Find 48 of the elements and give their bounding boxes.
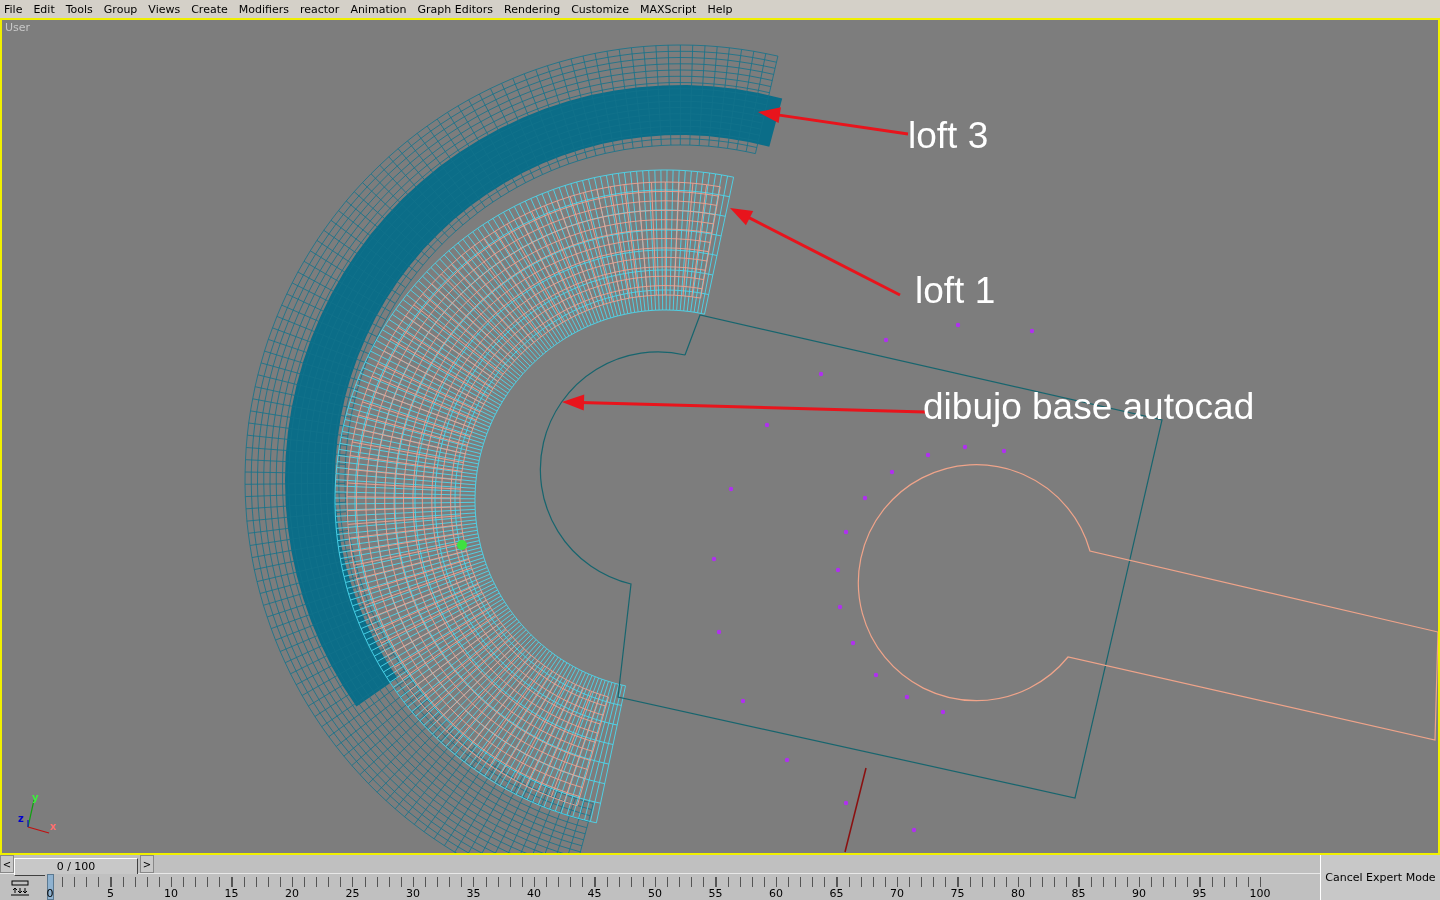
- menu-item[interactable]: Help: [707, 2, 733, 16]
- cancel-expert-mode-button[interactable]: Cancel Expert Mode: [1320, 855, 1440, 900]
- frame-number: 70: [890, 887, 904, 900]
- frame-number: 85: [1071, 887, 1086, 900]
- frame-number: 80: [1011, 887, 1025, 900]
- frame-number: 15: [224, 887, 239, 900]
- menu-item[interactable]: Edit: [33, 2, 55, 16]
- frame-number: 45: [587, 887, 602, 900]
- frame-number: 35: [466, 887, 481, 900]
- frame-number: 0: [46, 887, 54, 900]
- frame-number: 55: [708, 887, 723, 900]
- frame-number: 30: [406, 887, 420, 900]
- frame-number: 40: [527, 887, 541, 900]
- menu-item[interactable]: Rendering: [504, 2, 561, 16]
- frame-number: 65: [829, 887, 844, 900]
- frame-number: 10: [164, 887, 178, 900]
- current-frame-marker: [47, 874, 54, 900]
- frame-number: 75: [950, 887, 965, 900]
- viewport[interactable]: User loft 3 loft 1 dibujo base autocad y z x: [0, 18, 1440, 855]
- annotation-label: loft 1: [915, 270, 996, 311]
- frame-number: 60: [769, 887, 783, 900]
- frame-number: 20: [285, 887, 299, 900]
- frame-number: 90: [1132, 887, 1146, 900]
- frame-number: 100: [1249, 887, 1271, 900]
- menu-item[interactable]: Group: [103, 2, 138, 16]
- axis-label: x: [50, 821, 57, 832]
- menu-item[interactable]: MAXScript: [639, 2, 697, 16]
- point-marker: [457, 540, 467, 550]
- frame-number: 5: [107, 887, 114, 900]
- key-filter-icon[interactable]: [10, 880, 30, 896]
- annotation-label: dibujo base autocad: [923, 386, 1255, 427]
- menu-item[interactable]: Modifiers: [238, 2, 289, 16]
- frame-number: 95: [1192, 887, 1207, 900]
- frame-number: 25: [345, 887, 360, 900]
- menu-item[interactable]: Tools: [65, 2, 93, 16]
- axis-label: y: [32, 792, 39, 803]
- annotation-label: loft 3: [908, 115, 989, 156]
- menu-item[interactable]: reactor: [299, 2, 340, 16]
- axis-label: z: [18, 813, 24, 824]
- menu-item[interactable]: Graph Editors: [417, 2, 493, 16]
- menu-item[interactable]: Views: [148, 2, 181, 16]
- menu-item[interactable]: Animation: [350, 2, 407, 16]
- next-frame-button[interactable]: >: [140, 855, 154, 873]
- menu-item[interactable]: File: [4, 2, 23, 16]
- menu-item[interactable]: Create: [191, 2, 228, 16]
- frame-number: 50: [648, 887, 662, 900]
- menu-item[interactable]: Customize: [571, 2, 629, 16]
- previous-frame-button[interactable]: <: [0, 855, 14, 873]
